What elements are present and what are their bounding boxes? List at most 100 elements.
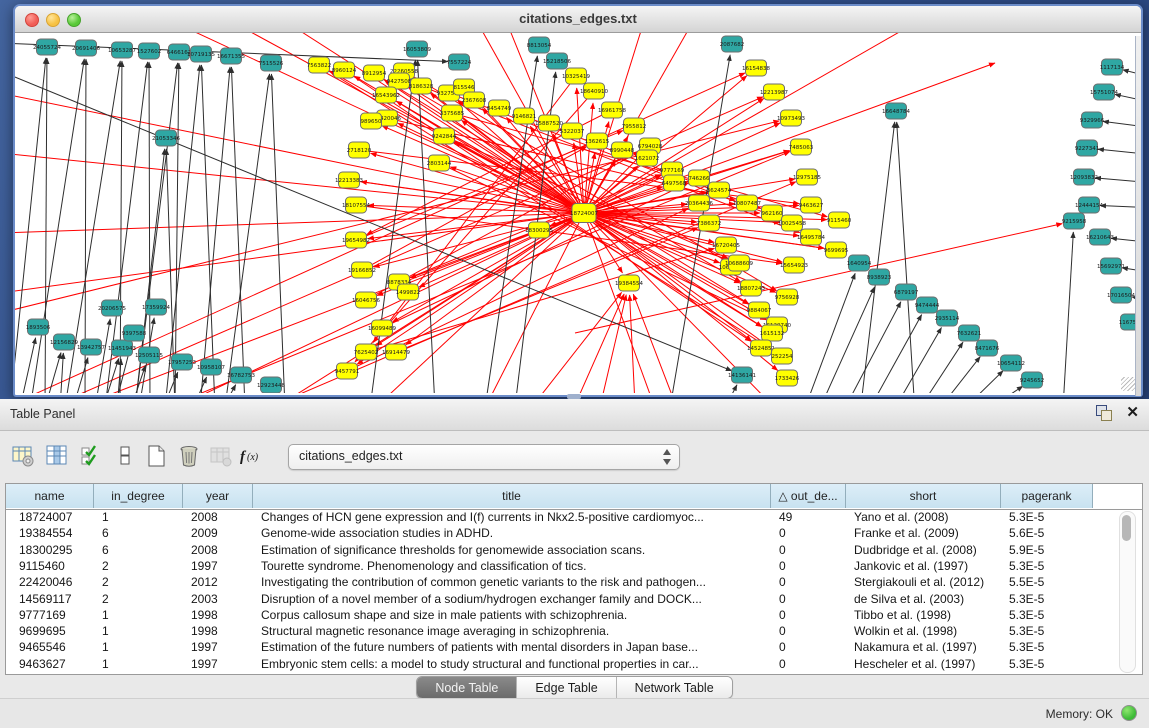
vertical-scrollbar[interactable]: [1119, 511, 1136, 673]
graph-node[interactable]: 1621072: [635, 150, 660, 166]
network-canvas[interactable]: 2405572420691406106532871527602646616210…: [15, 33, 1137, 393]
graph-node[interactable]: 3375685: [440, 105, 465, 121]
graph-node[interactable]: 8454749: [487, 100, 512, 116]
graph-node[interactable]: 10654112: [997, 355, 1025, 371]
graph-node[interactable]: 7625402: [354, 344, 379, 360]
row-options-icon[interactable]: [110, 441, 140, 471]
graph-node[interactable]: 10025458: [778, 215, 806, 231]
graph-node[interactable]: 8186328: [409, 78, 434, 94]
graph-node[interactable]: 10973493: [777, 110, 805, 126]
float-panel-icon[interactable]: [1096, 405, 1112, 421]
graph-node[interactable]: 7632621: [957, 325, 982, 341]
graph-node[interactable]: 2087682: [720, 36, 745, 52]
graph-node[interactable]: 18640910: [580, 83, 608, 99]
graph-node[interactable]: 3624574: [707, 182, 732, 198]
column-header-short[interactable]: short: [846, 484, 1001, 508]
tab-node-table[interactable]: Node Table: [417, 677, 517, 698]
graph-node[interactable]: 16914479: [382, 344, 410, 360]
network-window[interactable]: citations_edges.txt 24055724206914061065…: [13, 4, 1143, 397]
graph-node[interactable]: 9463627: [799, 197, 824, 213]
graph-node[interactable]: 9474444: [915, 297, 940, 313]
graph-node[interactable]: 18107554: [342, 197, 370, 213]
graph-node[interactable]: 20364436: [685, 195, 713, 211]
graph-node[interactable]: 8938923: [867, 269, 892, 285]
table-row[interactable]: 1456911722003Disruption of a novel membe…: [6, 591, 1142, 607]
graph-node[interactable]: 7955812: [622, 118, 647, 134]
graph-node[interactable]: 16961758: [598, 102, 626, 118]
resize-grip[interactable]: [1121, 377, 1135, 391]
network-graph[interactable]: 2405572420691406106532871527602646616210…: [15, 33, 1137, 393]
graph-node[interactable]: 1640954: [847, 255, 872, 271]
graph-node[interactable]: 16720405: [712, 237, 740, 253]
graph-node[interactable]: 8813054: [527, 37, 552, 53]
graph-node[interactable]: 9397588: [122, 325, 147, 341]
graph-node[interactable]: 12093832: [1070, 169, 1098, 185]
graph-node[interactable]: 15654923: [780, 257, 808, 273]
graph-node[interactable]: 962160: [762, 205, 783, 221]
graph-node[interactable]: 14136141: [728, 367, 756, 383]
table-row[interactable]: 1938455462009Genome-wide association stu…: [6, 525, 1142, 541]
table-body[interactable]: 1872400712008Changes of HCN gene express…: [6, 509, 1142, 674]
table-row[interactable]: 946362711997Embryonic stem cells: a mode…: [6, 656, 1142, 672]
graph-node[interactable]: 9884067: [747, 302, 772, 318]
table-row[interactable]: 1830029562008Estimation of significance …: [6, 542, 1142, 558]
column-header-in-degree[interactable]: in_degree: [94, 484, 183, 508]
graph-node[interactable]: 15692971: [1097, 258, 1125, 274]
graph-node[interactable]: 989650: [361, 113, 382, 129]
graph-node[interactable]: 16648784: [882, 103, 910, 119]
graph-node[interactable]: 19654982: [342, 232, 370, 248]
graph-node[interactable]: 1527602: [137, 43, 162, 59]
graph-node[interactable]: 9215958: [1062, 213, 1087, 229]
graph-node[interactable]: 7557224: [447, 54, 472, 70]
graph-node[interactable]: 1615132: [760, 325, 785, 341]
graph-node[interactable]: 13942757: [77, 339, 105, 355]
graph-node[interactable]: 16495784: [797, 229, 825, 245]
select-columns-icon[interactable]: [76, 441, 106, 471]
column-header-title[interactable]: title: [253, 484, 771, 508]
column-header-out-de-[interactable]: △ out_de...: [771, 484, 846, 508]
graph-node[interactable]: 16099489: [368, 320, 396, 336]
graph-node[interactable]: 17016504: [1107, 287, 1135, 303]
graph-node[interactable]: 17957253: [168, 354, 196, 370]
graph-node[interactable]: 7515526: [259, 55, 284, 71]
graph-node[interactable]: 19384554: [615, 275, 643, 291]
graph-node[interactable]: 9329966: [1080, 112, 1105, 128]
table-row[interactable]: 977716911998Corpus callosum shape and si…: [6, 607, 1142, 623]
graph-node[interactable]: 15751074: [1090, 84, 1118, 100]
graph-node[interactable]: 9146821: [512, 108, 537, 124]
graph-node[interactable]: 12975185: [793, 169, 821, 185]
graph-hub-node[interactable]: 18724007: [570, 204, 598, 223]
table-row[interactable]: 911546021997Tourette syndrome. Phenomeno…: [6, 558, 1142, 574]
table-row[interactable]: 969969511998Structural magnetic resonanc…: [6, 623, 1142, 639]
graph-node[interactable]: 9756928: [775, 289, 800, 305]
graph-node[interactable]: 2935114: [935, 310, 960, 326]
graph-node[interactable]: 17359924: [142, 299, 170, 315]
graph-node[interactable]: 7563822: [307, 57, 332, 73]
graph-node[interactable]: 2803144: [427, 155, 452, 171]
tab-edge-table[interactable]: Edge Table: [517, 677, 616, 698]
graph-node[interactable]: 8912954: [362, 65, 387, 81]
graph-node[interactable]: 12444154: [1075, 197, 1103, 213]
graph-node[interactable]: 16154838: [742, 60, 770, 76]
graph-node[interactable]: 20691406: [72, 40, 100, 56]
graph-node[interactable]: 15218506: [543, 53, 571, 69]
graph-node[interactable]: 10719135: [187, 46, 215, 62]
graph-node[interactable]: 10688609: [725, 255, 753, 271]
graph-node[interactable]: 9227341: [1075, 140, 1100, 156]
tab-network-table[interactable]: Network Table: [617, 677, 732, 698]
node-table[interactable]: namein_degreeyeartitle△ out_de...shortpa…: [5, 483, 1143, 675]
network-window-titlebar[interactable]: citations_edges.txt: [15, 6, 1141, 33]
graph-node[interactable]: 19166852: [348, 262, 376, 278]
graph-node[interactable]: 10807487: [733, 195, 761, 211]
delete-column-icon[interactable]: [174, 441, 204, 471]
graph-node[interactable]: 16671355: [217, 48, 245, 64]
graph-node[interactable]: 7485063: [789, 139, 814, 155]
graph-node[interactable]: 10958107: [197, 359, 225, 375]
graph-node[interactable]: 252254: [772, 348, 793, 364]
table-header-row[interactable]: namein_degreeyeartitle△ out_de...shortpa…: [6, 484, 1142, 510]
graph-node[interactable]: 18300295: [525, 222, 553, 238]
scrollbar-thumb[interactable]: [1122, 515, 1131, 541]
graph-node[interactable]: 1893506: [26, 319, 51, 335]
graph-node[interactable]: 16053809: [403, 41, 431, 57]
graph-node[interactable]: 2718120: [347, 142, 372, 158]
